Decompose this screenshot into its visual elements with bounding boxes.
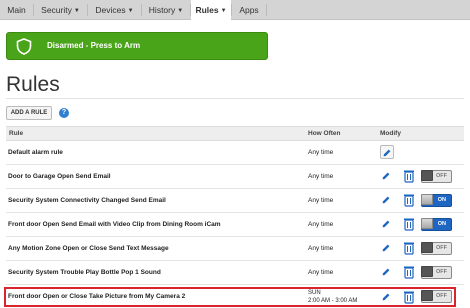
rule-name: Front door Open Send Email with Video Cl… (8, 221, 221, 228)
nav-tab-devices[interactable]: Devices ▼ (88, 0, 141, 20)
edit-button[interactable] (380, 217, 394, 231)
edit-button[interactable] (380, 193, 394, 207)
trash-icon[interactable] (403, 265, 415, 279)
toggle-label: OFF (436, 245, 447, 251)
toggle-label: ON (437, 197, 446, 203)
nav-tab-apps[interactable]: Apps (232, 0, 266, 20)
toggle-label: OFF (436, 269, 447, 275)
trash-icon[interactable] (403, 217, 415, 231)
rule-name: Security System Connectivity Changed Sen… (8, 197, 166, 204)
shield-icon (16, 38, 32, 55)
pencil-icon (382, 244, 390, 252)
pencil-icon (383, 149, 391, 157)
caret-down-icon: ▼ (73, 8, 80, 14)
add-rule-button[interactable]: ADD A RULE (6, 106, 52, 120)
column-header-rule: Rule (9, 130, 24, 137)
nav-tab-history[interactable]: History ▼ (142, 0, 190, 20)
table-row: Security System Connectivity Changed Sen… (6, 189, 464, 213)
table-row: Default alarm rule Any time (6, 141, 464, 165)
how-often: Any time (308, 197, 334, 204)
top-nav: Main Security ▼ Devices ▼ History ▼ Rules ▼ … (0, 0, 470, 21)
nav-tab-main[interactable]: Main (0, 0, 33, 20)
table-row: Any Motion Zone Open or Close Send Text … (6, 237, 464, 261)
toggle-knob (421, 218, 433, 229)
divider (6, 98, 464, 99)
how-often: Any time (308, 245, 334, 252)
how-often: Any time (308, 269, 334, 276)
table-row: Security System Trouble Play Bottle Pop … (6, 261, 464, 285)
trash-icon[interactable] (403, 241, 415, 255)
rule-toggle[interactable]: ON (421, 194, 452, 207)
table-row: Front door Open Send Email with Video Cl… (6, 213, 464, 237)
toggle-knob (421, 266, 433, 277)
highlight-box (4, 287, 456, 307)
nav-separator (266, 4, 267, 16)
rule-name: Door to Garage Open Send Email (8, 173, 111, 180)
table-row: Door to Garage Open Send Email Any time … (6, 165, 464, 189)
caret-down-icon: ▼ (127, 8, 134, 14)
toggle-knob (421, 194, 433, 205)
edit-button[interactable] (380, 265, 394, 279)
rule-toggle[interactable]: ON (421, 218, 452, 231)
toggle-knob (421, 170, 433, 181)
trash-icon[interactable] (403, 193, 415, 207)
rule-name: Default alarm rule (8, 149, 63, 156)
toggle-knob (421, 242, 433, 253)
help-icon[interactable]: ? (59, 108, 69, 118)
table-header: Rule How Often Modify (6, 126, 464, 141)
arm-button-label: Disarmed - Press to Arm (47, 41, 141, 50)
page-title: Rules (6, 73, 60, 96)
pencil-icon (382, 268, 390, 276)
rule-toggle[interactable]: OFF (421, 170, 452, 183)
pencil-icon (382, 172, 390, 180)
how-often: Any time (308, 173, 334, 180)
edit-button[interactable] (380, 145, 394, 159)
how-often: Any time (308, 221, 334, 228)
caret-down-icon: ▼ (177, 8, 184, 14)
trash-icon[interactable] (403, 169, 415, 183)
rule-name: Security System Trouble Play Bottle Pop … (8, 269, 161, 276)
toggle-label: ON (437, 221, 446, 227)
caret-down-icon: ▼ (220, 8, 227, 14)
arm-button[interactable]: Disarmed - Press to Arm (6, 32, 268, 60)
pencil-icon (382, 220, 390, 228)
edit-button[interactable] (380, 169, 394, 183)
pencil-icon (382, 196, 390, 204)
rule-toggle[interactable]: OFF (421, 242, 452, 255)
edit-button[interactable] (380, 241, 394, 255)
nav-tab-security[interactable]: Security ▼ (34, 0, 87, 20)
rule-name: Any Motion Zone Open or Close Send Text … (8, 245, 169, 252)
how-often: Any time (308, 149, 334, 156)
toggle-label: OFF (436, 173, 447, 179)
column-header-modify: Modify (380, 130, 401, 137)
column-header-how-often: How Often (308, 130, 341, 137)
rule-toggle[interactable]: OFF (421, 266, 452, 279)
nav-tab-rules[interactable]: Rules ▼ (191, 0, 231, 21)
